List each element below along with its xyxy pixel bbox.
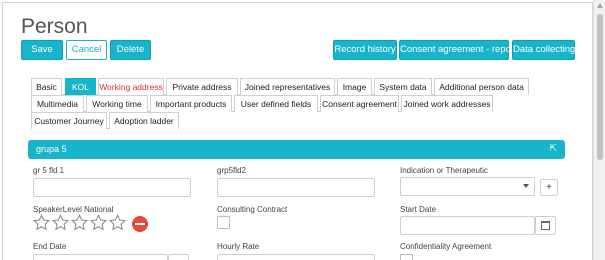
scrollbar-thumb[interactable] (597, 14, 603, 160)
tabs-row-3: Customer Journey Adoption ladder (31, 112, 179, 129)
tab-working-time[interactable]: Working time (86, 95, 148, 112)
start-date-picker-button[interactable] (535, 216, 556, 235)
star-icon[interactable] (52, 214, 69, 231)
star-icon[interactable] (109, 214, 126, 231)
end-date-picker-button[interactable] (168, 254, 189, 260)
gr5fld1-label: gr 5 fld 1 (33, 166, 65, 175)
tab-working-address[interactable]: Working address (98, 78, 164, 95)
data-collecting-button[interactable]: Data collecting (512, 40, 575, 60)
cancel-button[interactable]: Cancel (66, 40, 107, 60)
grp5fld2-input[interactable] (217, 178, 375, 197)
tab-user-defined-fields[interactable]: User defined fields (234, 95, 318, 112)
tabs-row-2: Multimedia Working time Important produc… (31, 95, 493, 112)
confidentiality-checkbox[interactable] (400, 254, 413, 260)
save-button[interactable]: Save (21, 40, 63, 60)
tab-joined-representatives[interactable]: Joined representatives (240, 78, 335, 95)
grp5fld2-label: grp5fld2 (217, 166, 246, 175)
add-indication-button[interactable]: + (540, 179, 558, 196)
clear-rating-icon[interactable] (132, 216, 148, 232)
start-date-label: Start Date (400, 205, 437, 214)
tab-additional-person-data[interactable]: Additional person data (434, 78, 529, 95)
consent-agreement-report-button[interactable]: Consent agreement - report (399, 40, 517, 60)
consulting-contract-label: Consulting Contract (217, 205, 288, 214)
star-icon[interactable] (71, 214, 88, 231)
start-date-input[interactable] (400, 216, 535, 235)
gr5fld1-input[interactable] (33, 178, 191, 197)
tab-kol[interactable]: KOL (65, 78, 96, 95)
indication-label: Indication or Therapeutic (400, 166, 488, 175)
tab-important-products[interactable]: Important products (150, 95, 232, 112)
star-icon[interactable] (90, 214, 107, 231)
tab-private-address[interactable]: Private address (166, 78, 238, 95)
tab-image[interactable]: Image (337, 78, 372, 95)
chevron-down-icon (523, 184, 529, 188)
tab-adoption-ladder[interactable]: Adoption ladder (109, 112, 179, 129)
tab-joined-work-addresses[interactable]: Joined work addresses (401, 95, 493, 112)
calendar-icon (541, 221, 550, 230)
scroll-up-icon[interactable] (597, 3, 603, 8)
tabs-row-1: Basic KOL Working address Private addres… (31, 78, 529, 95)
tab-system-data[interactable]: System data (374, 78, 432, 95)
tab-consent-agreement[interactable]: Consent agreement (320, 95, 399, 112)
tab-customer-journey[interactable]: Customer Journey (31, 112, 107, 129)
hourly-rate-input[interactable] (217, 254, 375, 260)
group-title: grupa 5 (36, 144, 67, 154)
vertical-scrollbar[interactable] (593, 0, 605, 260)
star-icon[interactable] (33, 214, 50, 231)
confidentiality-label: Confidentiality Agreement (400, 242, 492, 251)
indication-select[interactable] (400, 177, 535, 196)
hourly-rate-label: Hourly Rate (217, 242, 260, 251)
group-header[interactable]: grupa 5 ⇱ (28, 140, 565, 159)
tab-multimedia[interactable]: Multimedia (31, 95, 84, 112)
consulting-contract-checkbox[interactable] (217, 216, 230, 229)
collapse-icon[interactable]: ⇱ (549, 143, 557, 154)
speaker-level-label: SpeakerLevel National (33, 205, 114, 214)
page-title: Person (21, 15, 88, 38)
tab-basic[interactable]: Basic (31, 78, 62, 95)
end-date-label: End Date (33, 242, 67, 251)
delete-button[interactable]: Delete (110, 40, 151, 60)
end-date-input[interactable] (33, 254, 168, 260)
record-history-button[interactable]: Record history (333, 40, 397, 60)
